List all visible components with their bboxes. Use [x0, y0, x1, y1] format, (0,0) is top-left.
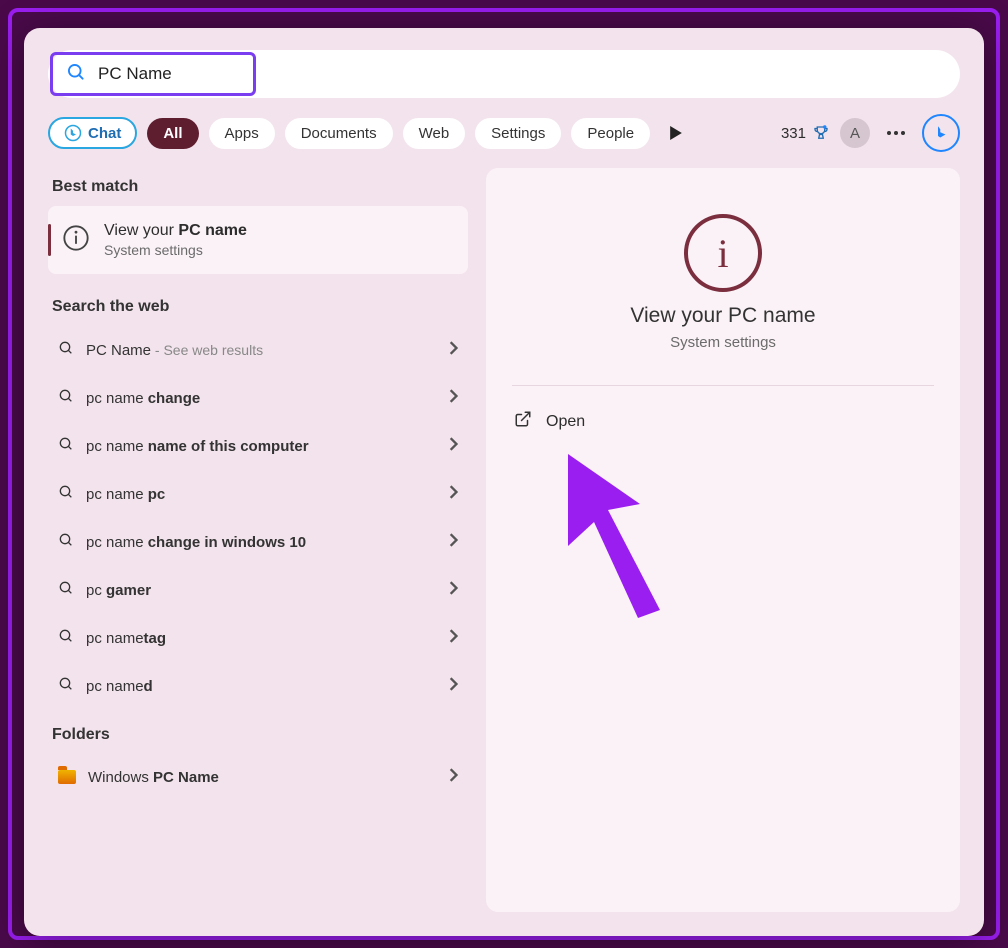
- search-window: Chat All Apps Documents Web Settings Peo…: [24, 28, 984, 936]
- filter-row: Chat All Apps Documents Web Settings Peo…: [24, 98, 984, 168]
- bing-button[interactable]: [922, 114, 960, 152]
- open-external-icon: [514, 410, 532, 433]
- divider: [512, 385, 934, 386]
- overflow-menu-button[interactable]: [880, 117, 912, 149]
- search-icon: [58, 388, 74, 408]
- avatar[interactable]: A: [840, 118, 870, 148]
- web-result-text: pc name change in windows 10: [86, 534, 436, 551]
- filter-documents[interactable]: Documents: [285, 118, 393, 149]
- preview-panel: i View your PC name System settings Open: [486, 168, 960, 912]
- filter-apps-label: Apps: [225, 125, 259, 142]
- web-result-text: PC Name - See web results: [86, 342, 436, 359]
- bing-icon: [932, 124, 950, 142]
- chevron-right-icon: [448, 581, 458, 599]
- web-result-text: pc gamer: [86, 582, 436, 599]
- search-web-heading: Search the web: [48, 288, 468, 326]
- search-icon: [58, 580, 74, 600]
- best-match-subtitle: System settings: [104, 242, 247, 258]
- filter-apps[interactable]: Apps: [209, 118, 275, 149]
- ellipsis-icon: [887, 130, 905, 136]
- avatar-initial: A: [850, 125, 860, 142]
- best-match-title: View your PC name: [104, 222, 247, 240]
- filter-all[interactable]: All: [147, 118, 198, 149]
- preview-subtitle: System settings: [670, 334, 776, 351]
- filter-all-label: All: [163, 125, 182, 142]
- chevron-right-icon: [448, 341, 458, 359]
- web-result-row[interactable]: pc named: [48, 662, 468, 710]
- chevron-right-icon: [448, 389, 458, 407]
- rewards-points-value: 331: [781, 125, 806, 142]
- chevron-right-icon: [448, 768, 458, 786]
- web-result-row[interactable]: pc gamer: [48, 566, 468, 614]
- web-result-text: pc nametag: [86, 630, 436, 647]
- open-action[interactable]: Open: [512, 404, 934, 439]
- chevron-right-icon: [448, 485, 458, 503]
- web-result-row[interactable]: pc name pc: [48, 470, 468, 518]
- search-icon: [58, 676, 74, 696]
- web-result-text: pc name pc: [86, 486, 436, 503]
- web-result-row[interactable]: pc name name of this computer: [48, 422, 468, 470]
- open-label: Open: [546, 413, 585, 431]
- filter-web-label: Web: [419, 125, 450, 142]
- folder-result-row[interactable]: Windows PC Name: [48, 754, 468, 800]
- best-match-heading: Best match: [48, 168, 468, 206]
- filter-web[interactable]: Web: [403, 118, 466, 149]
- search-icon: [58, 628, 74, 648]
- web-result-row[interactable]: pc name change: [48, 374, 468, 422]
- chevron-right-icon: [448, 677, 458, 695]
- trophy-icon: [812, 124, 830, 142]
- chevron-right-icon: [448, 437, 458, 455]
- filter-people[interactable]: People: [571, 118, 650, 149]
- filter-settings[interactable]: Settings: [475, 118, 561, 149]
- filter-chat-label: Chat: [88, 125, 121, 142]
- info-icon: [62, 224, 90, 256]
- search-icon: [58, 532, 74, 552]
- web-result-text: pc name change: [86, 390, 436, 407]
- chevron-right-icon: [448, 629, 458, 647]
- search-icon: [58, 484, 74, 504]
- folders-heading: Folders: [48, 716, 468, 754]
- search-bar-container: [24, 28, 984, 98]
- web-result-text: pc name name of this computer: [86, 438, 436, 455]
- info-circle-icon: i: [684, 214, 762, 292]
- search-icon: [58, 436, 74, 456]
- web-result-row[interactable]: PC Name - See web results: [48, 326, 468, 374]
- folder-icon: [58, 770, 76, 784]
- bing-icon: [64, 124, 82, 142]
- content-area: Best match View your PC name System sett…: [24, 168, 984, 936]
- results-list: Best match View your PC name System sett…: [48, 168, 468, 912]
- filter-settings-label: Settings: [491, 125, 545, 142]
- folder-result-text: Windows PC Name: [88, 769, 436, 786]
- web-result-text: pc named: [86, 678, 436, 695]
- search-input[interactable]: [96, 49, 954, 99]
- best-match-result[interactable]: View your PC name System settings: [48, 206, 468, 274]
- web-result-row[interactable]: pc nametag: [48, 614, 468, 662]
- filter-chat[interactable]: Chat: [48, 117, 137, 149]
- rewards-points[interactable]: 331: [781, 124, 830, 142]
- filter-people-label: People: [587, 125, 634, 142]
- filter-documents-label: Documents: [301, 125, 377, 142]
- search-icon: [66, 62, 86, 86]
- search-icon: [58, 340, 74, 360]
- chevron-right-icon: [448, 533, 458, 551]
- more-filters-button[interactable]: [660, 117, 692, 149]
- search-bar[interactable]: [48, 50, 960, 98]
- triangle-right-icon: [670, 126, 682, 140]
- web-result-row[interactable]: pc name change in windows 10: [48, 518, 468, 566]
- preview-title: View your PC name: [630, 304, 815, 328]
